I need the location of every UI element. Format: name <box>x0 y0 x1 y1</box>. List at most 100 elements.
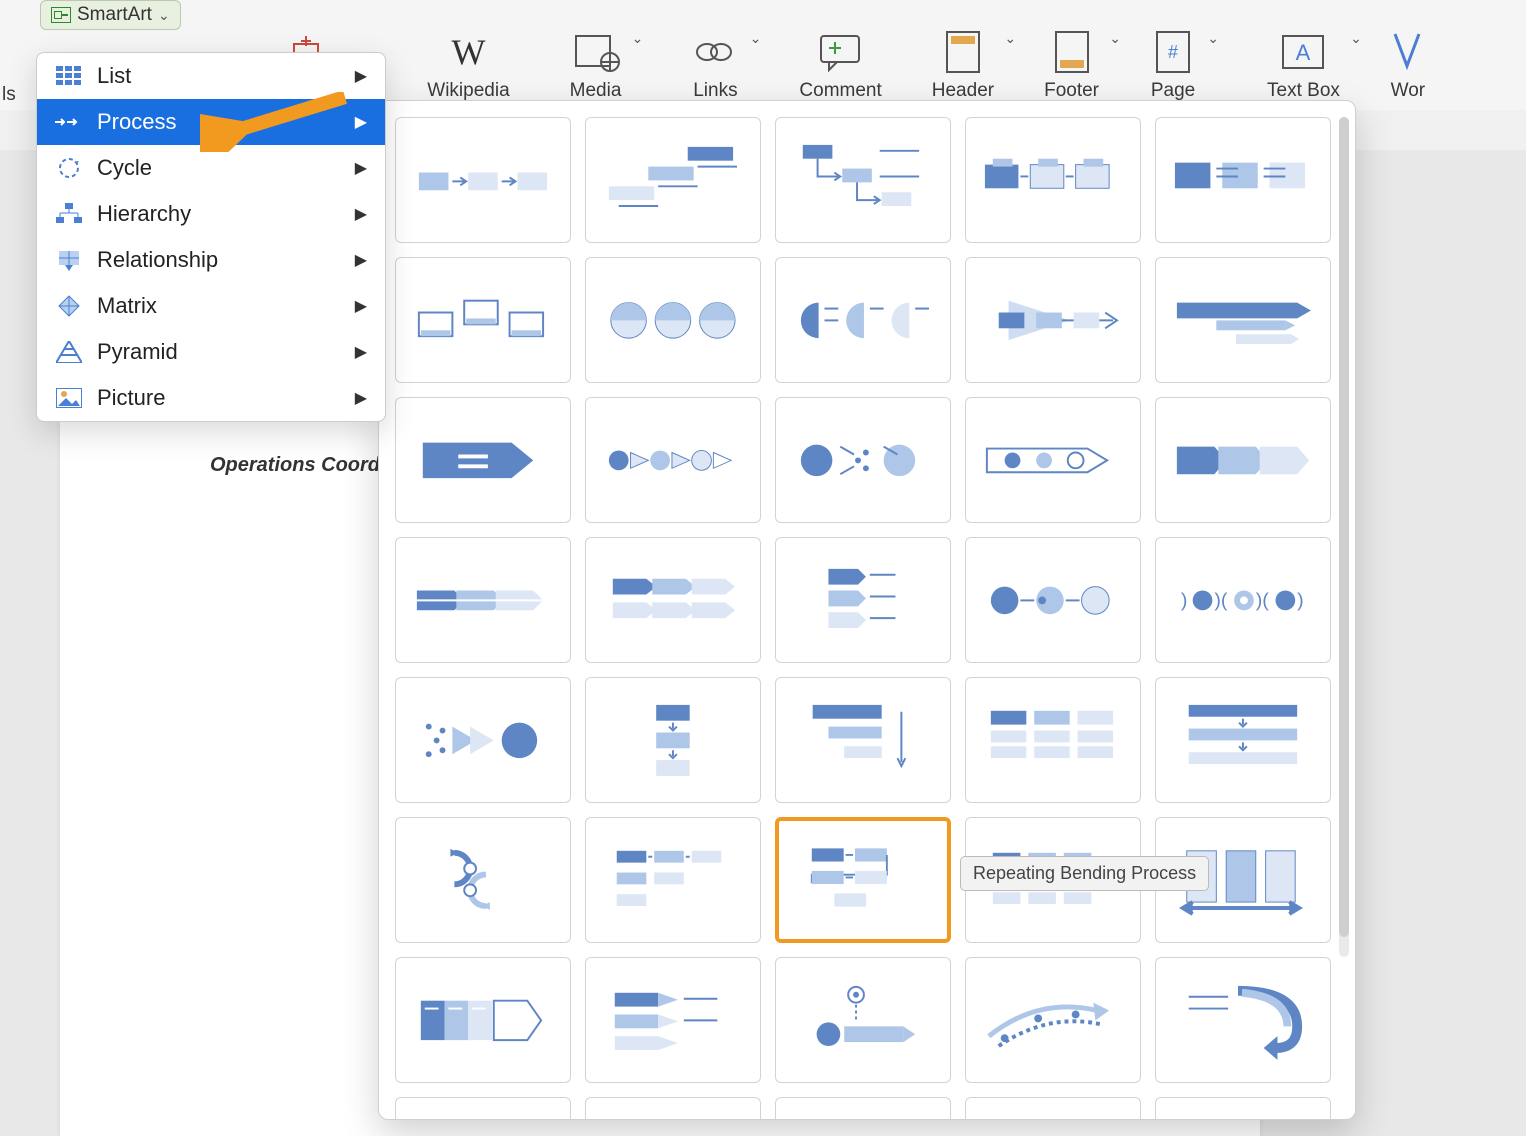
smartart-dropdown-label: SmartArt <box>77 4 152 26</box>
pyramid-icon <box>55 341 83 363</box>
gallery-thumbnail[interactable] <box>1155 957 1331 1083</box>
gallery-thumbnail[interactable] <box>395 1097 571 1120</box>
gallery-thumbnail[interactable] <box>585 257 761 383</box>
thumbnail-tooltip: Repeating Bending Process <box>960 856 1209 891</box>
gallery-thumbnail[interactable] <box>585 397 761 523</box>
menu-item-relationship[interactable]: Relationship ▶ <box>37 237 385 283</box>
relationship-icon <box>55 249 83 271</box>
document-visible-text: Operations Coord <box>210 454 380 477</box>
gallery-thumbnail[interactable]: ))()() <box>1155 537 1331 663</box>
ribbon-wikipedia[interactable]: W Wikipedia <box>417 4 519 106</box>
submenu-arrow-icon: ▶ <box>355 158 367 178</box>
gallery-thumbnail[interactable] <box>585 817 761 943</box>
gallery-thumbnail[interactable] <box>775 257 951 383</box>
menu-item-process[interactable]: Process ▶ <box>37 99 385 145</box>
submenu-arrow-icon: ▶ <box>355 250 367 270</box>
gallery-thumbnail[interactable] <box>395 397 571 523</box>
scrollbar-thumb[interactable] <box>1339 117 1349 937</box>
ribbon-label: Media <box>570 80 622 102</box>
gallery-thumbnail[interactable] <box>395 817 571 943</box>
comment-icon <box>817 28 865 76</box>
gallery-scrollbar[interactable] <box>1339 117 1349 957</box>
gallery-thumbnail[interactable] <box>775 537 951 663</box>
gallery-thumbnail[interactable] <box>395 957 571 1083</box>
gallery-thumbnail[interactable] <box>395 117 571 243</box>
gallery-thumbnail[interactable] <box>965 1097 1141 1120</box>
gallery-thumbnail[interactable] <box>395 677 571 803</box>
gallery-thumbnail[interactable] <box>965 957 1141 1083</box>
menu-item-label: List <box>97 63 131 89</box>
ribbon-label: Comment <box>799 80 881 102</box>
matrix-icon <box>55 295 83 317</box>
ribbon-links[interactable]: Links ⌄ <box>681 4 749 106</box>
gallery-thumbnail[interactable] <box>585 957 761 1083</box>
menu-item-label: Hierarchy <box>97 201 191 227</box>
ribbon-media[interactable]: Media ⌄ <box>560 4 632 106</box>
footer-icon <box>1048 28 1096 76</box>
submenu-arrow-icon: ▶ <box>355 342 367 362</box>
ribbon-label: Footer <box>1044 80 1099 102</box>
gallery-thumbnail[interactable] <box>775 957 951 1083</box>
picture-icon <box>55 387 83 409</box>
gallery-thumbnail[interactable] <box>1155 677 1331 803</box>
svg-text:): ) <box>1297 589 1304 611</box>
gallery-thumbnail[interactable] <box>775 397 951 523</box>
ribbon-label: Links <box>693 80 737 102</box>
smartart-category-menu: List ▶ Process ▶ Cycle ▶ Hierarchy ▶ Rel… <box>36 52 386 422</box>
gallery-thumbnail[interactable] <box>775 677 951 803</box>
gallery-thumbnail[interactable] <box>585 677 761 803</box>
gallery-grid: ))()() += + <box>395 117 1337 1120</box>
gallery-thumbnail[interactable] <box>965 117 1141 243</box>
cycle-icon <box>55 157 83 179</box>
gallery-thumbnail[interactable]: + <box>775 1097 951 1120</box>
menu-item-list[interactable]: List ▶ <box>37 53 385 99</box>
submenu-arrow-icon: ▶ <box>355 204 367 224</box>
ribbon-header[interactable]: Header ⌄ <box>922 4 1004 106</box>
wikipedia-icon: W <box>444 28 492 76</box>
gallery-thumbnail[interactable] <box>965 397 1141 523</box>
menu-item-hierarchy[interactable]: Hierarchy ▶ <box>37 191 385 237</box>
links-icon <box>691 28 739 76</box>
menu-item-cycle[interactable]: Cycle ▶ <box>37 145 385 191</box>
ribbon-label: Header <box>932 80 994 102</box>
gallery-thumbnail[interactable] <box>585 117 761 243</box>
chevron-down-icon: ⌄ <box>632 30 644 47</box>
hierarchy-icon <box>55 203 83 225</box>
menu-item-label: Picture <box>97 385 165 411</box>
gallery-thumbnail[interactable] <box>965 257 1141 383</box>
gallery-thumbnail[interactable] <box>775 117 951 243</box>
page-number-icon: # <box>1149 28 1197 76</box>
ribbon-comment[interactable]: Comment <box>789 4 891 106</box>
gallery-thumbnail[interactable] <box>395 257 571 383</box>
gallery-thumbnail[interactable] <box>395 537 571 663</box>
ribbon-label: Page <box>1151 80 1195 102</box>
smartart-dropdown-button[interactable]: SmartArt ⌄ <box>40 0 181 30</box>
menu-item-picture[interactable]: Picture ▶ <box>37 375 385 421</box>
chevron-down-icon: ⌄ <box>1004 30 1016 47</box>
chevron-down-icon: ⌄ <box>1207 30 1219 47</box>
submenu-arrow-icon: ▶ <box>355 66 367 86</box>
gallery-thumbnail[interactable] <box>965 537 1141 663</box>
ribbon-page[interactable]: # Page ⌄ <box>1139 4 1207 106</box>
gallery-thumbnail[interactable] <box>1155 397 1331 523</box>
list-icon <box>55 65 83 87</box>
chevron-down-icon: ⌄ <box>1109 30 1121 47</box>
gallery-thumbnail[interactable] <box>1155 1097 1331 1120</box>
submenu-arrow-icon: ▶ <box>355 388 367 408</box>
submenu-arrow-icon: ▶ <box>355 112 367 132</box>
gallery-thumbnail[interactable] <box>965 677 1141 803</box>
media-icon <box>572 28 620 76</box>
truncated-ribbon-label-left: ls <box>2 84 16 106</box>
gallery-thumbnail[interactable] <box>775 817 951 943</box>
ribbon-footer[interactable]: Footer ⌄ <box>1034 4 1109 106</box>
ribbon-wordart-truncated[interactable]: Wor <box>1374 4 1442 106</box>
menu-item-pyramid[interactable]: Pyramid ▶ <box>37 329 385 375</box>
gallery-thumbnail[interactable] <box>1155 257 1331 383</box>
ribbon-textbox[interactable]: A Text Box ⌄ <box>1257 4 1350 106</box>
gallery-thumbnail[interactable] <box>1155 117 1331 243</box>
wordart-icon <box>1384 28 1432 76</box>
gallery-thumbnail[interactable] <box>585 537 761 663</box>
gallery-thumbnail[interactable]: += <box>585 1097 761 1120</box>
ribbon-label: Wor <box>1391 80 1425 102</box>
menu-item-matrix[interactable]: Matrix ▶ <box>37 283 385 329</box>
